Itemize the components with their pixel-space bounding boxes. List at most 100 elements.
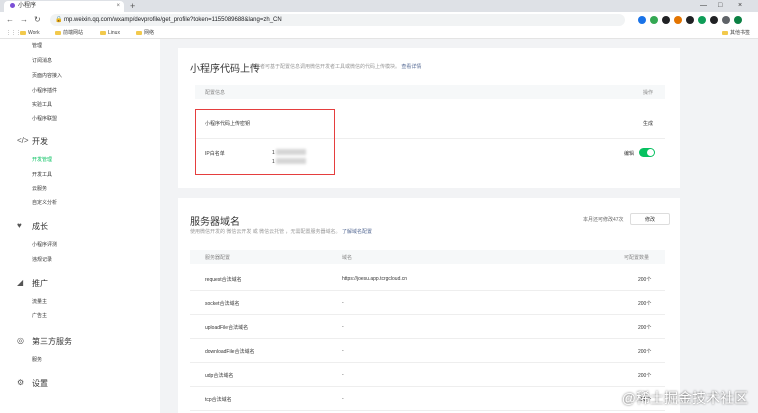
server-domain-title: 服务器域名	[190, 217, 240, 228]
server-row-name: uploadFile合法域名	[205, 325, 249, 331]
server-row-name: tcp合法域名	[205, 397, 232, 403]
sidebar-item-experiment[interactable]: 实验工具	[32, 101, 52, 108]
folder-icon	[20, 30, 26, 35]
extension-icon[interactable]	[662, 16, 670, 24]
watermark: @稀土掘金技术社区	[621, 390, 748, 406]
tab-title: 小程序	[18, 3, 37, 9]
server-row-count: 200个	[638, 373, 652, 379]
row-divider	[190, 314, 665, 315]
browser-tab[interactable]: 小程序 ×	[4, 1, 124, 12]
bookmark-linux[interactable]: Linux	[100, 28, 120, 39]
row-divider	[190, 362, 665, 363]
close-window-button[interactable]: ×	[738, 0, 742, 12]
sidebar-item-subscribe[interactable]: 订阅消息	[32, 57, 52, 64]
column-config: 配置信息	[205, 90, 226, 96]
back-icon[interactable]: ←	[6, 12, 14, 28]
server-description-text: 使用微信开发的 微信云开发 或 微信云托管 ，无需配置服务器域名。	[190, 229, 341, 235]
server-row-count: 200个	[638, 325, 652, 331]
sidebar	[0, 39, 160, 413]
bookmark-label: Work	[28, 30, 40, 36]
view-details-link[interactable]: 查看详情	[401, 64, 421, 70]
folder-icon	[136, 30, 142, 35]
url-text: mp.weixin.qq.com/wxamp/devprofile/get_pr…	[64, 17, 282, 23]
extension-icon[interactable]	[686, 16, 694, 24]
sidebar-item-dev-tools[interactable]: 开发工具	[32, 171, 52, 178]
forward-icon[interactable]: →	[20, 12, 28, 28]
sidebar-item-advertiser[interactable]: 广告主	[32, 312, 47, 319]
minimize-button[interactable]: —	[700, 0, 707, 12]
extension-icon[interactable]	[710, 16, 718, 24]
server-row-domain: -	[342, 324, 344, 330]
upload-description-text: 开发者可基于配置信息调用微信开发者工具或微信的代码上传模块。	[250, 64, 401, 70]
row-divider	[190, 410, 665, 411]
promotion-icon: ◢	[17, 278, 24, 287]
extension-icon[interactable]	[722, 16, 730, 24]
upload-description: 开发者可基于配置信息调用微信开发者工具或微信的代码上传模块。 查看详情	[250, 63, 421, 70]
extension-icon[interactable]	[650, 16, 658, 24]
bookmark-frontend[interactable]: 前端网站	[55, 28, 83, 39]
extension-icon[interactable]	[638, 16, 646, 24]
edit-whitelist-link[interactable]: 编辑	[624, 150, 634, 157]
sidebar-group-promotion[interactable]: 推广	[32, 278, 48, 289]
bookmark-other[interactable]: 其他书签	[722, 28, 750, 39]
bookmark-work[interactable]: Work	[20, 28, 40, 39]
server-row-count: 200个	[638, 349, 652, 355]
server-row-domain: -	[342, 300, 344, 306]
column-action: 操作	[643, 90, 654, 96]
bookmark-label: 其他书签	[730, 30, 751, 36]
whitelist-toggle[interactable]	[639, 148, 655, 157]
apps-icon[interactable]: ⋮⋮⋮	[6, 28, 21, 39]
quota-text: 本月还可修改47次	[583, 217, 624, 223]
server-row-name: downloadFile合法域名	[205, 349, 255, 355]
sidebar-group-growth[interactable]: 成长	[32, 221, 48, 232]
bookmark-label: 前端网站	[63, 30, 84, 36]
extension-icon[interactable]	[734, 16, 742, 24]
sidebar-item-union[interactable]: 小程序联盟	[32, 115, 57, 122]
sidebar-item-traffic-owner[interactable]: 流量主	[32, 298, 47, 305]
sidebar-group-settings[interactable]: 设置	[32, 378, 48, 389]
domain-config-link[interactable]: 了解域名配置	[342, 229, 372, 235]
generate-key-link[interactable]: 生成	[643, 120, 653, 127]
server-row-domain: -	[342, 396, 344, 402]
sidebar-item-page-content[interactable]: 页面内容接入	[32, 72, 62, 79]
sidebar-item-custom-analysis[interactable]: 自定义分析	[32, 199, 57, 206]
server-table-header	[190, 250, 665, 264]
folder-icon	[55, 30, 61, 35]
column-count: 可配置数量	[624, 255, 650, 261]
tab-favicon-icon	[10, 2, 15, 8]
row-divider	[190, 386, 665, 387]
address-bar[interactable]: 🔒 mp.weixin.qq.com/wxamp/devprofile/get_…	[50, 14, 625, 26]
bookmark-label: Linux	[108, 30, 120, 36]
reload-icon[interactable]: ↻	[34, 12, 41, 28]
sidebar-group-dev[interactable]: 开发	[32, 136, 48, 147]
extension-icon[interactable]	[698, 16, 706, 24]
folder-icon	[100, 30, 106, 35]
extension-icon[interactable]	[674, 16, 682, 24]
server-row-count: 200个	[638, 301, 652, 307]
highlight-box	[195, 109, 335, 175]
bookmark-network[interactable]: 网络	[136, 28, 154, 39]
upload-table-header	[195, 85, 665, 99]
sidebar-item-manage[interactable]: 管理	[32, 42, 42, 49]
folder-icon	[722, 30, 728, 35]
sidebar-item-dev-manage[interactable]: 开发管理	[32, 156, 52, 163]
server-domain-description: 使用微信开发的 微信云开发 或 微信云托管 ，无需配置服务器域名。 了解域名配置	[190, 228, 372, 235]
maximize-button[interactable]: □	[718, 0, 722, 12]
server-row-name: socket合法域名	[205, 301, 240, 307]
lock-icon: 🔒	[55, 17, 63, 23]
sidebar-item-plugins[interactable]: 小程序插件	[32, 87, 57, 94]
sidebar-item-cloud[interactable]: 云服务	[32, 185, 47, 192]
server-row-domain: -	[342, 348, 344, 354]
server-row-domain: https://joesu.app.tcrgcloud.cn	[342, 276, 408, 282]
row-divider	[190, 290, 665, 291]
toggle-knob	[647, 149, 654, 156]
new-tab-button[interactable]: +	[130, 0, 135, 12]
sidebar-item-evaluation[interactable]: 小程序评测	[32, 241, 57, 248]
column-domain: 域名	[342, 255, 353, 261]
sidebar-group-third-party[interactable]: 第三方服务	[32, 336, 72, 347]
sidebar-item-service[interactable]: 服务	[32, 356, 42, 363]
sidebar-item-violations[interactable]: 违规记录	[32, 256, 52, 263]
modify-button[interactable]: 修改	[630, 213, 670, 225]
tab-close-icon[interactable]: ×	[116, 1, 120, 12]
growth-icon: ♥	[17, 221, 22, 230]
